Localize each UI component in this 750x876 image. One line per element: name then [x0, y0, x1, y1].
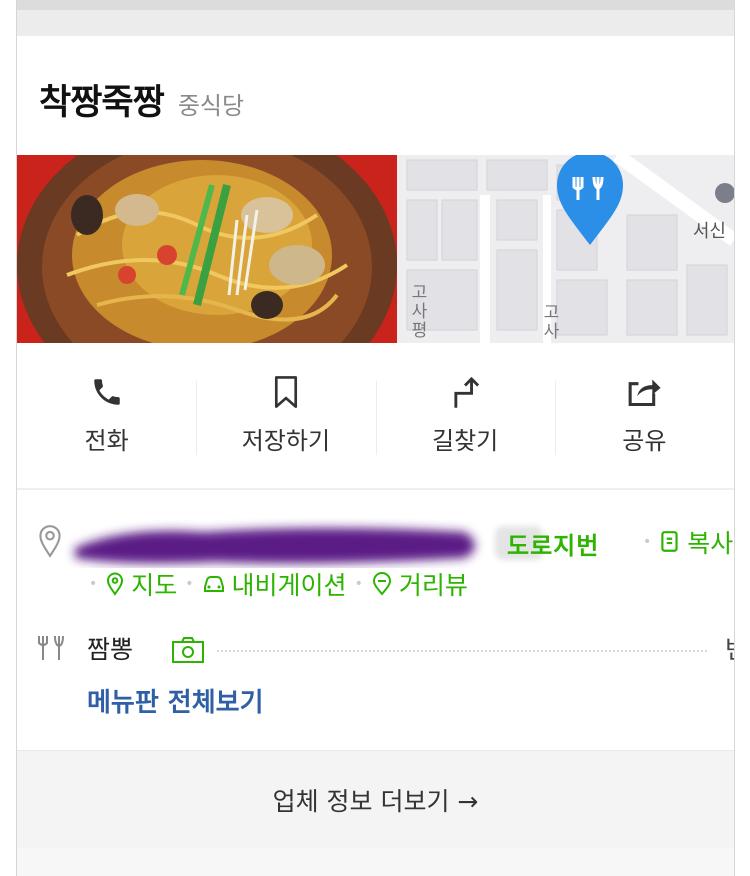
map-road-label: 고사평: [407, 283, 427, 340]
place-category: 중식당: [177, 92, 245, 120]
leader-dots: [217, 650, 707, 652]
directions-label: 길찾기: [432, 427, 499, 455]
share-button[interactable]: 공유: [554, 343, 734, 488]
map-road-label: 고사: [539, 303, 559, 341]
title-row: 착짱죽짱 중식당: [39, 74, 244, 125]
fork-knife-icon: [38, 635, 64, 660]
share-icon: [629, 379, 661, 406]
directions-button[interactable]: 길찾기: [375, 343, 555, 488]
map-link[interactable]: 지도: [105, 566, 177, 602]
more-info-button[interactable]: 업체 정보 더보기 →: [17, 750, 734, 850]
location-pin-icon: [39, 525, 61, 558]
save-button[interactable]: 저장하기: [196, 343, 375, 488]
street-view-link[interactable]: 거리뷰: [371, 566, 468, 602]
phone-icon: [93, 379, 120, 405]
share-label: 공유: [622, 427, 667, 455]
save-label: 저장하기: [241, 427, 331, 455]
directions-icon: [454, 376, 480, 408]
map-place-label: 서신: [692, 221, 726, 242]
redacted-address: [75, 528, 475, 564]
bottom-divider: [17, 848, 734, 876]
action-bar: 전화 저장하기 길찾기 공유: [17, 343, 734, 490]
camera-icon[interactable]: [171, 636, 205, 664]
car-icon: [203, 576, 224, 592]
menu-price: 변: [725, 630, 734, 666]
street-view-icon: [372, 572, 391, 596]
call-button[interactable]: 전화: [17, 343, 196, 488]
info-section: 도로지번 • 복사 • 지도 • 내비게이션 • 거리뷰 짬뽕 메뉴판 전체보기: [17, 490, 734, 748]
bookmark-icon: [274, 376, 297, 408]
navigation-link[interactable]: 내비게이션: [202, 566, 347, 602]
place-card: 착짱죽짱 중식당 고사평 고사 서신 전화 저장하기 길찾기 공유 도로지번 •…: [16, 0, 735, 876]
map-thumbnail[interactable]: 고사평 고사 서신: [397, 155, 734, 343]
copy-address-button[interactable]: • 복사: [641, 524, 733, 560]
place-name[interactable]: 착짱죽짱: [39, 74, 165, 125]
location-links: • 지도 • 내비게이션 • 거리뷰: [87, 566, 468, 602]
more-info-label: 업체 정보 더보기 →: [272, 787, 479, 816]
map-pin-icon: [107, 572, 124, 596]
media-row: 고사평 고사 서신: [17, 155, 734, 343]
copy-icon: [661, 531, 678, 552]
menu-row: 짬뽕 변: [37, 630, 734, 670]
call-label: 전화: [84, 427, 129, 455]
copy-label: 복사: [687, 529, 734, 558]
address-tail[interactable]: 도로지번: [507, 526, 599, 561]
view-full-menu-link[interactable]: 메뉴판 전체보기: [87, 682, 264, 719]
food-photo[interactable]: [17, 155, 397, 343]
address-row: 도로지번 • 복사: [37, 522, 734, 564]
menu-item-name[interactable]: 짬뽕: [87, 630, 133, 666]
top-divider: [17, 0, 734, 36]
